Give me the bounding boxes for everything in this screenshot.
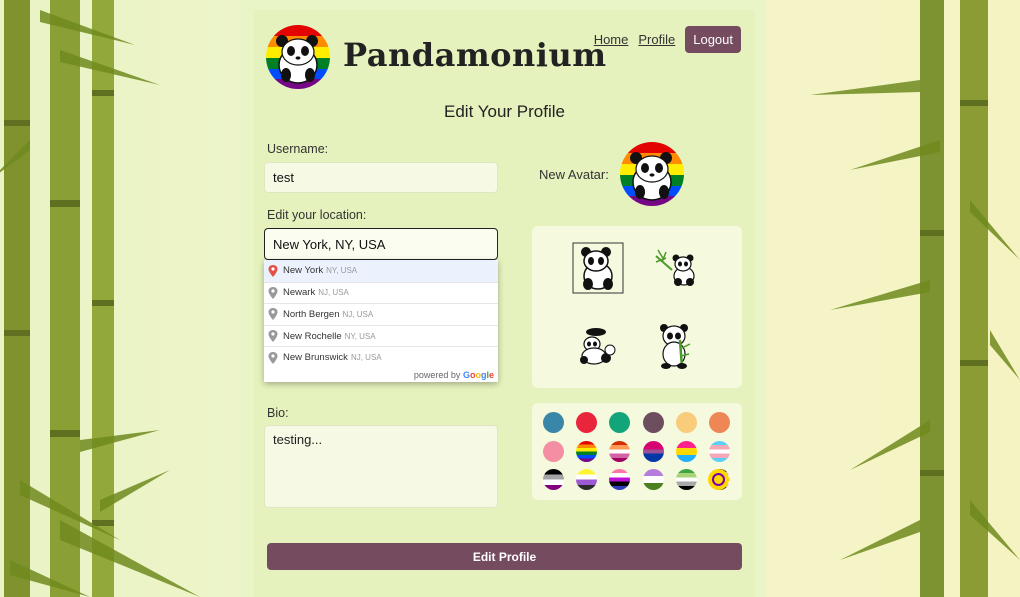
swatch-pink[interactable] (543, 441, 564, 462)
genderqueer-flag-swatch[interactable] (643, 469, 664, 490)
aromantic-flag-swatch[interactable] (676, 469, 697, 490)
location-label: Edit your location: (267, 208, 367, 222)
suggestion-secondary: NJ, USA (318, 288, 349, 298)
rainbow-flag-swatch[interactable] (576, 441, 597, 462)
location-autocomplete-dropdown: New York NY, USA Newark NJ, USA North Be… (264, 260, 498, 382)
swatch-mauve[interactable] (643, 412, 664, 433)
suggestion-main: New Rochelle (283, 330, 342, 342)
suggestion-secondary: NY, USA (326, 266, 358, 276)
map-pin-active-icon (268, 264, 278, 277)
panda-bamboo-icon[interactable] (654, 248, 700, 288)
suggestion-item[interactable]: New Rochelle NY, USA (264, 324, 498, 347)
suggestion-item[interactable]: New Brunswick NJ, USA (264, 346, 498, 368)
suggestion-item[interactable]: North Bergen NJ, USA (264, 303, 498, 325)
powered-by-google: powered by Google (414, 370, 494, 380)
nav-home-link[interactable]: Home (594, 32, 629, 47)
map-pin-icon (268, 351, 278, 364)
lesbian-flag-swatch[interactable] (609, 441, 630, 462)
panda-standing-icon[interactable] (656, 320, 694, 370)
panda-hat-icon[interactable] (578, 326, 618, 366)
suggestion-secondary: NJ, USA (350, 353, 382, 363)
page-title: Edit Your Profile (444, 102, 565, 121)
bamboo-left-decoration (0, 0, 200, 597)
panda-sitting-icon[interactable] (572, 242, 624, 294)
suggestion-secondary: NJ, USA (342, 309, 374, 319)
swatch-red[interactable] (576, 412, 597, 433)
swatch-green[interactable] (609, 412, 630, 433)
panda-logo-icon[interactable] (266, 25, 330, 89)
suggestion-item[interactable]: Newark NJ, USA (264, 281, 498, 304)
location-input[interactable]: New York, NY, USA (264, 228, 498, 260)
asexual-flag-swatch[interactable] (543, 469, 564, 490)
suggestion-main: New Brunswick (283, 352, 348, 364)
suggestion-main: North Bergen (283, 308, 340, 320)
bisexual-flag-swatch[interactable] (643, 441, 664, 462)
avatar-preview (620, 142, 684, 206)
suggestion-main: New York (283, 265, 324, 277)
pansexual-flag-swatch[interactable] (676, 441, 697, 462)
swatch-blue[interactable] (543, 412, 564, 433)
logout-button[interactable]: Logout (685, 26, 741, 53)
suggestion-item[interactable]: New York NY, USA (264, 260, 498, 282)
swatch-yellow[interactable] (676, 412, 697, 433)
username-label: Username: (267, 142, 329, 156)
top-nav: Home Profile Logout (594, 26, 741, 53)
bamboo-right-decoration (810, 0, 1020, 597)
nonbinary-flag-swatch[interactable] (576, 469, 597, 490)
intersex-flag-swatch[interactable] (708, 469, 729, 490)
bio-label: Bio: (267, 406, 289, 420)
map-pin-icon (268, 330, 278, 343)
username-input[interactable]: test (264, 162, 498, 193)
genderfluid-flag-swatch[interactable] (609, 469, 630, 490)
bio-textarea[interactable]: testing... (264, 425, 498, 508)
google-logo: Google (462, 370, 494, 380)
suggestion-secondary: NY, USA (344, 331, 376, 341)
suggestion-main: Newark (283, 287, 316, 299)
map-pin-icon (268, 308, 278, 321)
powered-by-prefix: powered by (413, 370, 461, 380)
avatar-picker (532, 226, 742, 388)
swatch-orange[interactable] (709, 412, 730, 433)
map-pin-icon (268, 286, 278, 299)
nav-profile-link[interactable]: Profile (638, 32, 675, 47)
transgender-flag-swatch[interactable] (709, 441, 730, 462)
edit-profile-button[interactable]: Edit Profile (267, 543, 742, 570)
brand-title: Pandamonium (343, 36, 607, 74)
avatar-label: New Avatar: (539, 167, 609, 182)
